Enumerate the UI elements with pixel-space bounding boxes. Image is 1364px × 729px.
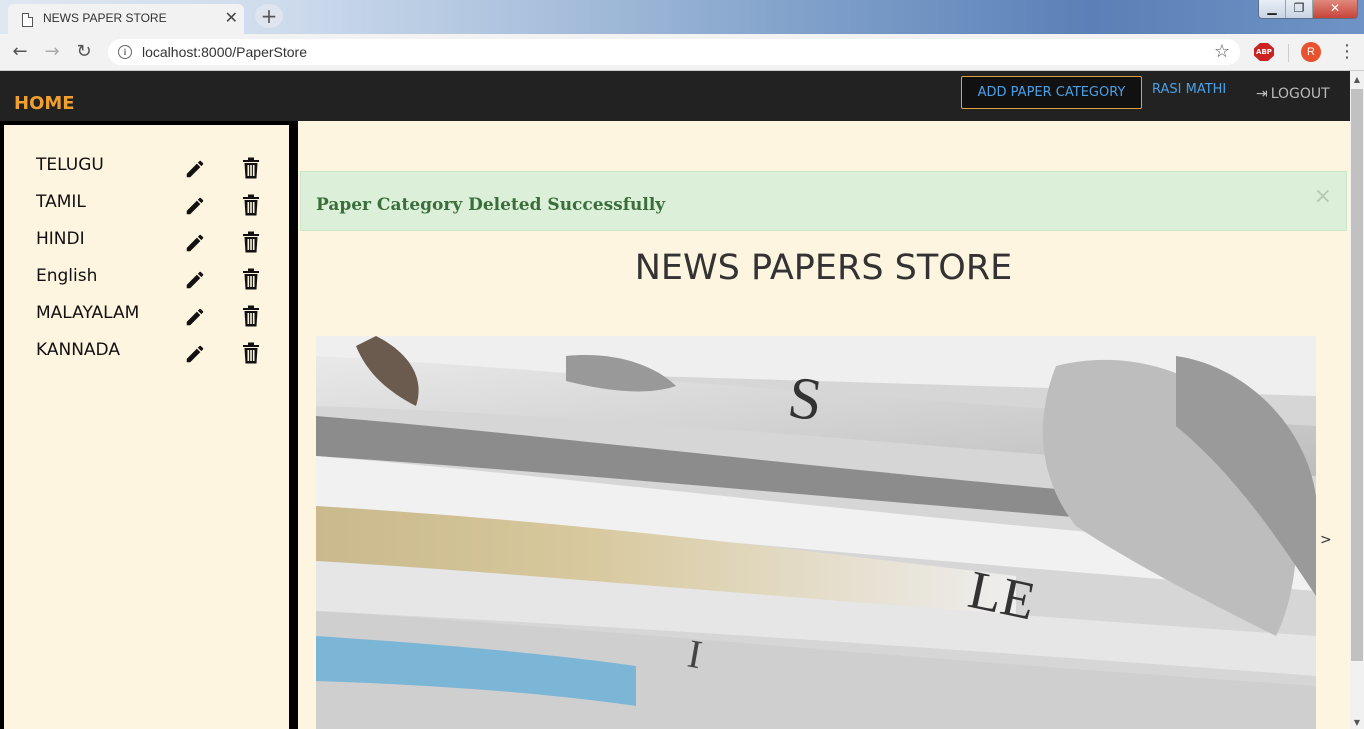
- browser-tab[interactable]: NEWS PAPER STORE ✕: [8, 4, 244, 34]
- page-title: NEWS PAPERS STORE: [634, 248, 1013, 288]
- trash-icon[interactable]: [242, 157, 260, 179]
- alert-close-icon[interactable]: ×: [1314, 184, 1332, 209]
- newspaper-stack-image: S LE I: [316, 336, 1316, 729]
- sidebar-divider: [293, 121, 298, 729]
- home-link[interactable]: HOME: [14, 93, 75, 114]
- category-item: MALAYALAM: [36, 303, 276, 333]
- logout-link[interactable]: ⇥ LOGOUT: [1256, 86, 1330, 102]
- browser-tabbar: NEWS PAPER STORE ✕ + ▁ ❐ ✕: [0, 0, 1364, 34]
- category-sidebar: TELUGU TAMIL HINDI English MALAYALAM KAN…: [0, 121, 293, 729]
- url-field[interactable]: i localhost:8000/PaperStore ☆: [108, 39, 1240, 65]
- newspaper-carousel-image: S LE I: [316, 336, 1316, 729]
- sign-in-icon: ⇥: [1256, 86, 1268, 102]
- pencil-icon[interactable]: [184, 269, 206, 291]
- carousel-next-arrow[interactable]: >: [1320, 532, 1332, 548]
- address-bar: ← → ↻ i localhost:8000/PaperStore ☆: [0, 34, 1364, 71]
- reload-icon[interactable]: ↻: [72, 40, 96, 64]
- pencil-icon[interactable]: [184, 158, 206, 180]
- logout-label: LOGOUT: [1270, 86, 1330, 102]
- category-name[interactable]: KANNADA: [36, 340, 120, 360]
- bookmark-star-icon[interactable]: ☆: [1214, 41, 1230, 62]
- trash-icon[interactable]: [242, 194, 260, 216]
- maximize-button[interactable]: ❐: [1285, 0, 1312, 18]
- minimize-button[interactable]: ▁: [1259, 0, 1285, 18]
- category-name[interactable]: TAMIL: [36, 192, 86, 212]
- trash-icon[interactable]: [242, 268, 260, 290]
- trash-icon[interactable]: [242, 231, 260, 253]
- url-text[interactable]: localhost:8000/PaperStore: [142, 44, 307, 60]
- pencil-icon[interactable]: [184, 232, 206, 254]
- trash-icon[interactable]: [242, 342, 260, 364]
- new-tab-button[interactable]: +: [255, 4, 283, 28]
- pencil-icon[interactable]: [184, 195, 206, 217]
- alert-message: Paper Category Deleted Successfully: [316, 195, 666, 215]
- add-paper-category-button[interactable]: ADD PAPER CATEGORY: [961, 76, 1142, 109]
- scrollbar-thumb[interactable]: [1351, 89, 1363, 661]
- top-navbar: HOME ADD PAPER CATEGORY RASI MATHI ⇥ LOGO…: [0, 71, 1350, 121]
- scroll-down-arrow-icon[interactable]: ▼: [1350, 718, 1364, 727]
- profile-avatar[interactable]: R: [1301, 42, 1321, 62]
- page-scrollbar[interactable]: ▲ ▼: [1350, 71, 1364, 729]
- tab-title: NEWS PAPER STORE: [43, 11, 167, 25]
- app-page: HOME ADD PAPER CATEGORY RASI MATHI ⇥ LOGO…: [0, 71, 1350, 729]
- document-icon: [22, 13, 33, 27]
- category-name[interactable]: HINDI: [36, 229, 85, 249]
- category-item: HINDI: [36, 229, 276, 259]
- forward-arrow-icon[interactable]: →: [40, 40, 64, 64]
- category-item: TELUGU: [36, 155, 276, 185]
- category-name[interactable]: MALAYALAM: [36, 303, 139, 323]
- category-item: English: [36, 266, 276, 296]
- scroll-up-arrow-icon[interactable]: ▲: [1350, 75, 1364, 84]
- trash-icon[interactable]: [242, 305, 260, 327]
- pencil-icon[interactable]: [184, 343, 206, 365]
- back-arrow-icon[interactable]: ←: [8, 40, 32, 64]
- category-name[interactable]: English: [36, 266, 97, 286]
- category-item: TAMIL: [36, 192, 276, 222]
- category-name[interactable]: TELUGU: [36, 155, 104, 175]
- info-icon[interactable]: i: [118, 45, 132, 59]
- browser-menu-icon[interactable]: ⋮: [1338, 40, 1356, 64]
- success-alert: Paper Category Deleted Successfully ×: [300, 171, 1347, 231]
- toolbar-divider: [1288, 44, 1289, 62]
- user-name-link[interactable]: RASI MATHI: [1152, 82, 1226, 97]
- window-controls: ▁ ❐ ✕: [1258, 0, 1358, 19]
- pencil-icon[interactable]: [184, 306, 206, 328]
- close-window-button[interactable]: ✕: [1312, 0, 1357, 18]
- adblock-icon[interactable]: ABP: [1254, 43, 1274, 61]
- tab-close-icon[interactable]: ✕: [225, 9, 238, 27]
- category-item: KANNADA: [36, 340, 276, 370]
